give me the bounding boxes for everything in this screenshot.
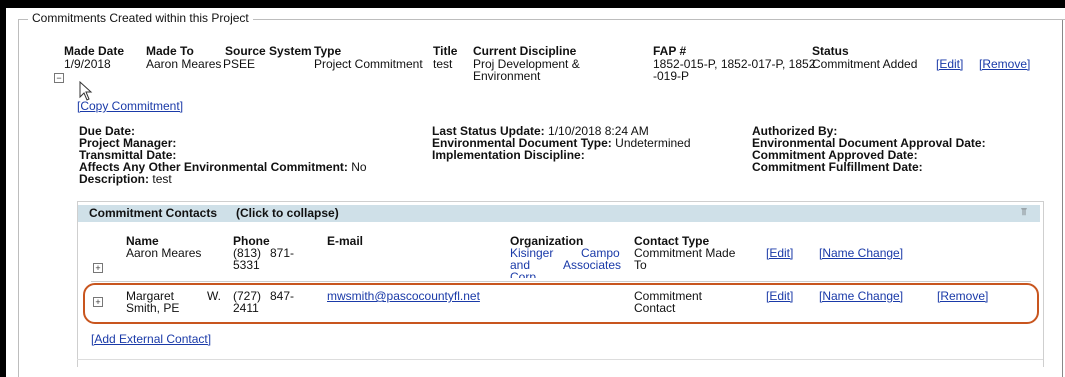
contact1-org-word4: Associates (563, 258, 622, 272)
commitment-fulfillment-label: Commitment Fulfillment Date: (752, 160, 923, 174)
description-label: Description: (79, 172, 150, 186)
section-legend: Commitments Created within this Project (28, 11, 253, 25)
contact1-type-line1: Commitment Made (634, 246, 736, 260)
type-value: Project Commitment (314, 57, 423, 71)
highlight-annotation (83, 283, 1039, 324)
collapse-hint[interactable]: (Click to collapse) (236, 206, 339, 220)
plus-box-icon[interactable]: + (93, 263, 103, 273)
header-made-to: Made To (146, 44, 194, 58)
contact1-type-line2: To (634, 258, 647, 272)
contact1-phone-prefix: 871- (270, 246, 295, 260)
collapse-arrow-icon[interactable]: ⫪ (1021, 207, 1027, 218)
row-divider (91, 281, 1031, 282)
made-to-value: Aaron Meares (146, 57, 222, 71)
commitment-page: Commitments Created within this Project … (6, 8, 1065, 377)
remove-commitment-link[interactable]: [Remove] (979, 57, 1030, 71)
contact1-phone-line: 5331 (233, 258, 260, 272)
status-value: Commitment Added (812, 57, 918, 71)
env-doc-type-value: Undetermined (615, 136, 691, 150)
contact1-edit-link[interactable]: [Edit] (766, 246, 793, 260)
source-system-value: PSEE (223, 57, 256, 71)
made-date-value: 1/9/2018 (64, 57, 111, 71)
description-value: test (152, 172, 172, 186)
header-status: Status (812, 44, 849, 58)
edit-commitment-link[interactable]: [Edit] (936, 57, 963, 71)
minus-box-icon[interactable]: − (54, 73, 64, 83)
title-value: test (433, 57, 453, 71)
fap-value-line2: -019-P (653, 69, 690, 83)
contacts-title[interactable]: Commitment Contacts (89, 206, 217, 220)
contacts-header-bar[interactable] (78, 205, 1040, 222)
header-made-date: Made Date (64, 44, 125, 58)
contact1-name-change-link[interactable]: [Name Change] (819, 246, 903, 260)
contact1-name: Aaron Meares (126, 246, 202, 260)
impl-discipline-label: Implementation Discipline: (432, 148, 585, 162)
header-title: Title (433, 44, 458, 58)
header-type: Type (314, 44, 342, 58)
affects-value: No (351, 160, 367, 174)
scrollbar-edge (1062, 20, 1063, 377)
header-fap: FAP # (653, 44, 687, 58)
contact1-org-word5: Corp (510, 270, 537, 278)
contacts-header-email: E-mail (327, 234, 364, 248)
cursor-arrow-icon (79, 81, 93, 101)
discipline-value-line2: Environment (473, 69, 541, 83)
add-external-contact-link[interactable]: [Add External Contact] (91, 332, 211, 346)
header-current-discipline: Current Discipline (473, 44, 577, 58)
copy-commitment-link[interactable]: [Copy Commitment] (77, 99, 183, 113)
header-source-system: Source System (225, 44, 312, 58)
panel-bottom-divider (77, 359, 1043, 360)
